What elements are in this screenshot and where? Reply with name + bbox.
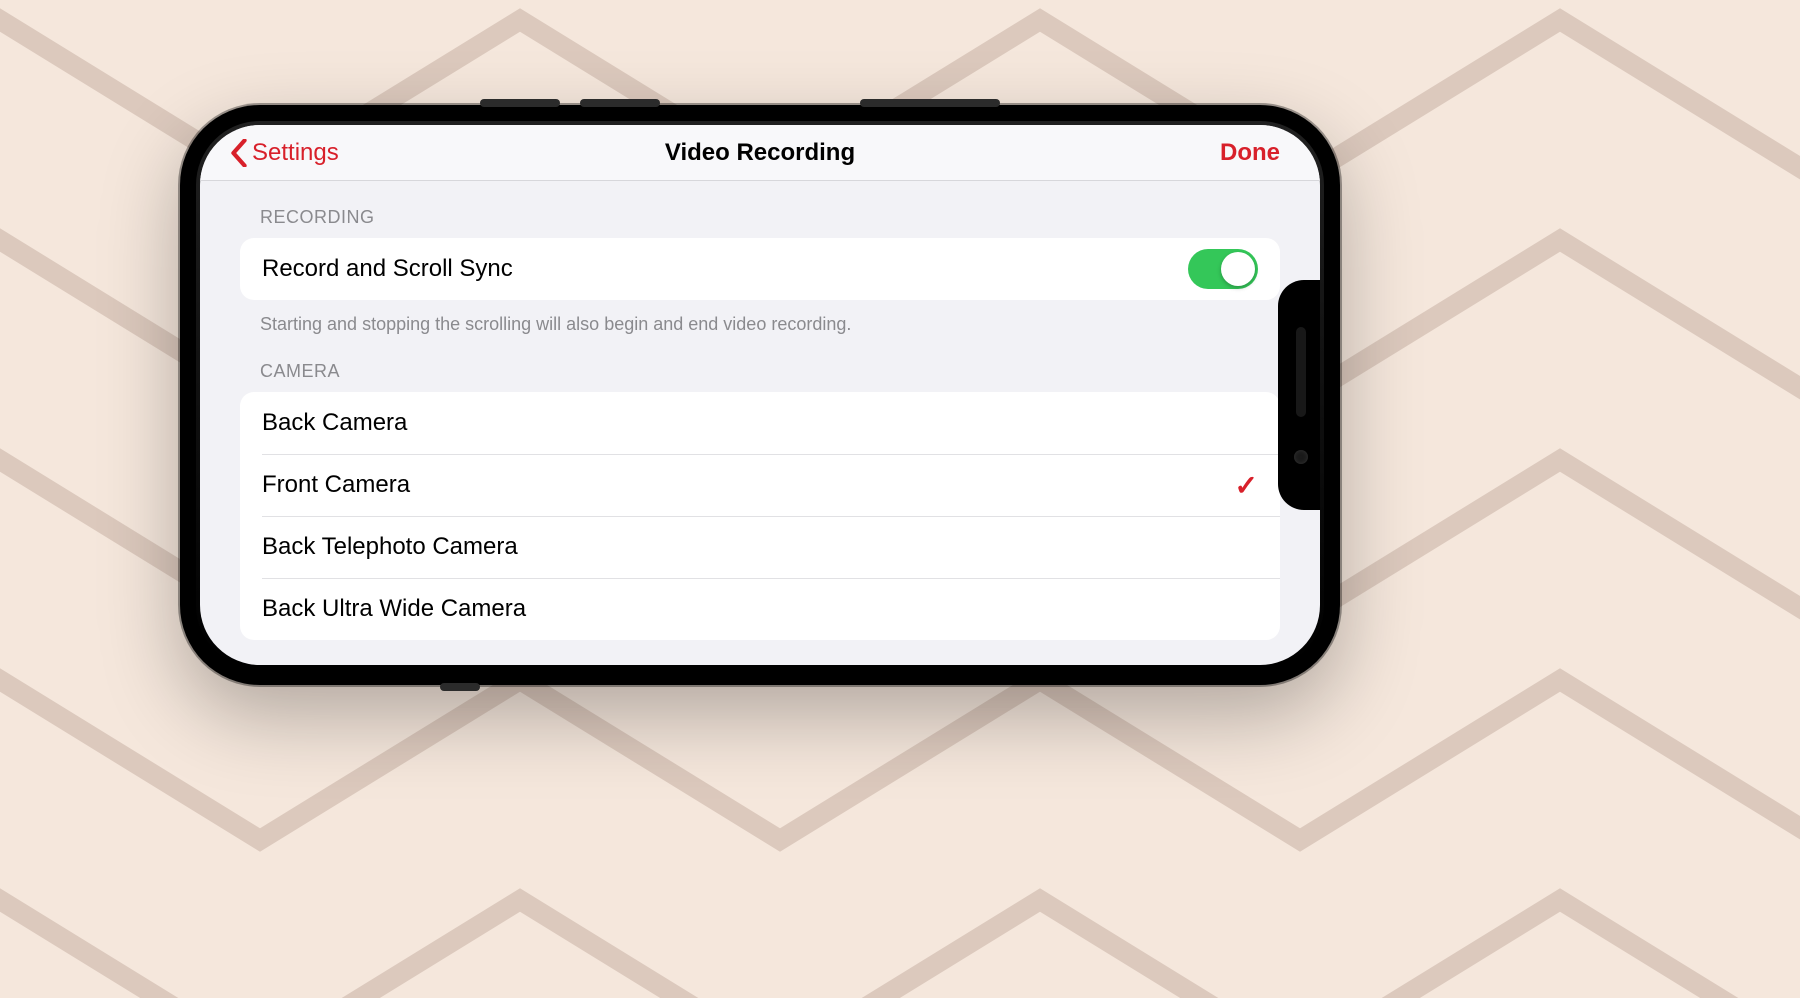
phone-speaker bbox=[1296, 327, 1306, 417]
camera-option-label: Back Ultra Wide Camera bbox=[262, 595, 526, 623]
back-button[interactable]: Settings bbox=[230, 139, 339, 167]
page-title: Video Recording bbox=[665, 139, 855, 167]
checkmark-icon: ✓ bbox=[1235, 469, 1258, 502]
section-footer-recording: Starting and stopping the scrolling will… bbox=[240, 300, 1280, 335]
toggle-label: Record and Scroll Sync bbox=[262, 255, 513, 283]
phone-notch bbox=[1278, 280, 1320, 510]
record-scroll-sync-toggle[interactable] bbox=[1188, 249, 1258, 289]
phone-frame: Settings Video Recording Done RECORDING … bbox=[180, 105, 1340, 685]
toggle-knob bbox=[1221, 252, 1255, 286]
chevron-left-icon bbox=[230, 139, 248, 167]
phone-button bbox=[860, 99, 1000, 107]
camera-option-label: Back Camera bbox=[262, 409, 407, 437]
camera-option-label: Front Camera bbox=[262, 471, 410, 499]
camera-option-front[interactable]: Front Camera ✓ bbox=[240, 454, 1280, 516]
phone-button bbox=[580, 99, 660, 107]
settings-content: RECORDING Record and Scroll Sync Startin… bbox=[200, 181, 1320, 640]
done-button[interactable]: Done bbox=[1220, 139, 1280, 167]
phone-front-camera bbox=[1294, 450, 1308, 464]
camera-option-back[interactable]: Back Camera ✓ bbox=[240, 392, 1280, 454]
section-header-camera: CAMERA bbox=[240, 335, 1280, 392]
camera-option-label: Back Telephoto Camera bbox=[262, 533, 518, 561]
camera-option-back-telephoto[interactable]: Back Telephoto Camera ✓ bbox=[240, 516, 1280, 578]
nav-bar: Settings Video Recording Done bbox=[200, 125, 1320, 181]
section-header-recording: RECORDING bbox=[240, 181, 1280, 238]
phone-button bbox=[480, 99, 560, 107]
camera-group: Back Camera ✓ Front Camera ✓ Back Teleph… bbox=[240, 392, 1280, 640]
record-scroll-sync-row[interactable]: Record and Scroll Sync bbox=[240, 238, 1280, 300]
phone-screen: Settings Video Recording Done RECORDING … bbox=[200, 125, 1320, 665]
phone-button bbox=[440, 683, 480, 691]
back-label: Settings bbox=[252, 139, 339, 167]
camera-option-back-ultrawide[interactable]: Back Ultra Wide Camera ✓ bbox=[240, 578, 1280, 640]
recording-group: Record and Scroll Sync bbox=[240, 238, 1280, 300]
